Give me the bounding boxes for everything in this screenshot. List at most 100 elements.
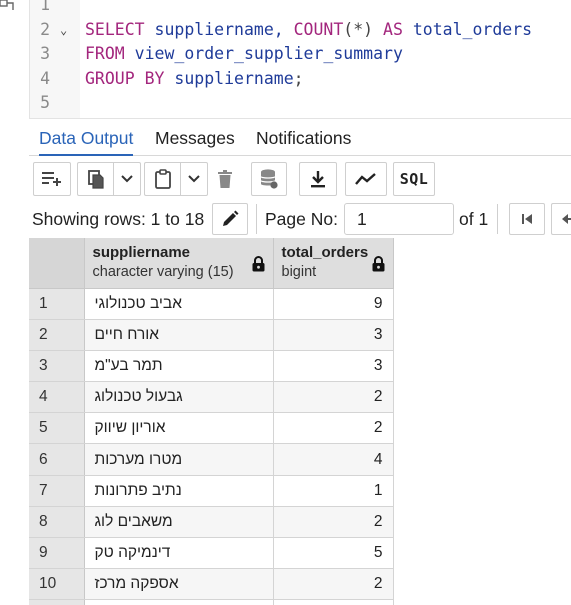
tab-data-output[interactable]: Data Output xyxy=(39,119,134,157)
sql-icon: SQL xyxy=(399,170,429,188)
code-line[interactable]: 5 xyxy=(30,91,571,115)
cell-value: אורח חיים xyxy=(94,325,160,343)
divider xyxy=(497,204,498,234)
suppliername-cell[interactable]: אספקה מרכז xyxy=(84,568,274,601)
suppliername-cell[interactable]: דינמיקה טק xyxy=(84,537,274,570)
total-orders-cell[interactable]: 5 xyxy=(273,537,394,570)
page-count-label: of 1 xyxy=(459,209,489,229)
suppliername-cell[interactable]: אביב טכנולוגי xyxy=(84,288,274,320)
row-number-cell[interactable]: 8 xyxy=(29,506,85,539)
total-orders-cell[interactable]: 9 xyxy=(273,288,394,320)
cell-value: מטרו מערכות xyxy=(94,450,183,468)
line-number: 1 xyxy=(40,0,50,14)
page-number-input[interactable] xyxy=(344,203,454,235)
row-number-header[interactable] xyxy=(29,238,85,289)
row-number-cell[interactable]: 1 xyxy=(29,288,85,320)
total-orders-cell[interactable]: 1 xyxy=(273,475,394,507)
row-number-cell[interactable]: 10 xyxy=(29,568,85,601)
column-header-total-orders[interactable]: total_orders bigint xyxy=(273,238,394,289)
rows-info-bar: Showing rows: 1 to 18 Page No: of 1 xyxy=(29,202,571,238)
table-row[interactable] xyxy=(29,599,394,605)
total-orders-cell[interactable]: 2 xyxy=(273,381,394,414)
sql-keyword: SELECT xyxy=(85,19,145,39)
previous-page-button[interactable] xyxy=(551,203,571,235)
tab-notifications[interactable]: Notifications xyxy=(256,119,351,157)
copy-icon xyxy=(87,170,104,189)
cell-value: אביב טכנולוגי xyxy=(94,294,182,312)
graph-visualiser-button[interactable] xyxy=(345,162,387,196)
code-line[interactable]: 4 GROUP BY suppliername; xyxy=(30,67,571,91)
query-editor[interactable]: 1 2 ⌄ SELECT suppliername, COUNT(*) AS tota… xyxy=(29,0,571,118)
column-type: character varying (15) xyxy=(92,264,234,280)
tab-messages[interactable]: Messages xyxy=(155,119,235,157)
page-no-label: Page No: xyxy=(265,209,338,229)
table-cell[interactable] xyxy=(84,599,274,605)
row-number-cell[interactable]: 5 xyxy=(29,412,85,445)
code-line[interactable]: 2 ⌄ SELECT suppliername, COUNT(*) AS total… xyxy=(30,18,571,42)
table-row[interactable]: 2 אורח חיים 3 xyxy=(29,319,394,351)
save-data-button[interactable] xyxy=(251,162,287,196)
table-row[interactable]: 9 דינמיקה טק 5 xyxy=(29,537,394,570)
row-number-cell[interactable]: 6 xyxy=(29,443,85,476)
table-row[interactable]: 7 נתיב פתרונות 1 xyxy=(29,475,394,507)
line-number: 3 xyxy=(40,44,50,63)
table-row[interactable]: 5 אוריון שיווק 2 xyxy=(29,412,394,445)
suppliername-cell[interactable]: מטרו מערכות xyxy=(84,443,274,476)
sql-button[interactable]: SQL xyxy=(393,162,435,196)
download-icon xyxy=(311,171,325,188)
copy-button[interactable] xyxy=(77,162,113,196)
lock-icon xyxy=(372,256,384,272)
first-page-button[interactable] xyxy=(509,203,545,235)
chevron-down-icon xyxy=(121,175,133,183)
suppliername-cell[interactable]: משאבים לוג xyxy=(84,506,274,539)
row-number-cell[interactable]: 9 xyxy=(29,537,85,570)
fold-toggle-icon[interactable]: ⌄ xyxy=(60,18,72,42)
suppliername-cell[interactable]: נתיב פתרונות xyxy=(84,475,274,507)
sql-token: * xyxy=(353,19,364,39)
code-line[interactable]: 3 FROM view_order_supplier_summary xyxy=(30,42,571,66)
column-type: bigint xyxy=(281,264,317,280)
paste-button[interactable] xyxy=(144,162,180,196)
cell-value: אספקה מרכז xyxy=(94,575,179,593)
sql-keyword: AS xyxy=(383,19,403,39)
table-row[interactable]: 8 משאבים לוג 2 xyxy=(29,506,394,539)
suppliername-cell[interactable]: תמר בע"מ xyxy=(84,350,274,383)
row-number-cell[interactable]: 3 xyxy=(29,350,85,383)
total-orders-cell[interactable]: 2 xyxy=(273,506,394,539)
table-row[interactable]: 6 מטרו מערכות 4 xyxy=(29,443,394,476)
table-cell[interactable] xyxy=(29,599,85,605)
table-cell[interactable] xyxy=(273,599,394,605)
add-row-button[interactable] xyxy=(33,162,71,196)
sql-token: total_orders xyxy=(402,19,533,39)
chevron-down-icon xyxy=(188,175,200,183)
download-button[interactable] xyxy=(299,162,337,196)
paste-options-dropdown[interactable] xyxy=(180,162,208,196)
first-page-icon xyxy=(522,214,532,224)
edit-rows-button[interactable] xyxy=(212,203,248,235)
copy-options-dropdown[interactable] xyxy=(113,162,141,196)
total-orders-cell[interactable]: 2 xyxy=(273,412,394,445)
suppliername-cell[interactable]: גבעול טכנולוג xyxy=(84,381,274,414)
sql-token: ) xyxy=(363,19,374,39)
row-number-cell[interactable]: 7 xyxy=(29,475,85,507)
suppliername-cell[interactable]: אוריון שיווק xyxy=(84,412,274,445)
table-row[interactable]: 3 תמר בע"מ 3 xyxy=(29,350,394,383)
sql-keyword: GROUP BY xyxy=(85,68,165,88)
row-number-cell[interactable]: 4 xyxy=(29,381,85,414)
total-orders-cell[interactable]: 3 xyxy=(273,350,394,383)
graph-icon xyxy=(355,173,376,185)
code-line[interactable]: 1 xyxy=(30,0,571,17)
total-orders-cell[interactable]: 3 xyxy=(273,319,394,351)
suppliername-cell[interactable]: אורח חיים xyxy=(84,319,274,351)
row-number-cell[interactable]: 2 xyxy=(29,319,85,351)
total-orders-cell[interactable]: 2 xyxy=(273,568,394,601)
line-number: 5 xyxy=(40,93,50,112)
add-row-icon xyxy=(42,172,61,186)
table-row[interactable]: 4 גבעול טכנולוג 2 xyxy=(29,381,394,414)
table-row[interactable]: 10 אספקה מרכז 2 xyxy=(29,568,394,601)
table-row[interactable]: 1 אביב טכנולוגי 9 xyxy=(29,288,394,320)
column-header-suppliername[interactable]: suppliername character varying (15) xyxy=(84,238,274,289)
delete-button[interactable] xyxy=(209,162,241,196)
total-orders-cell[interactable]: 4 xyxy=(273,443,394,476)
